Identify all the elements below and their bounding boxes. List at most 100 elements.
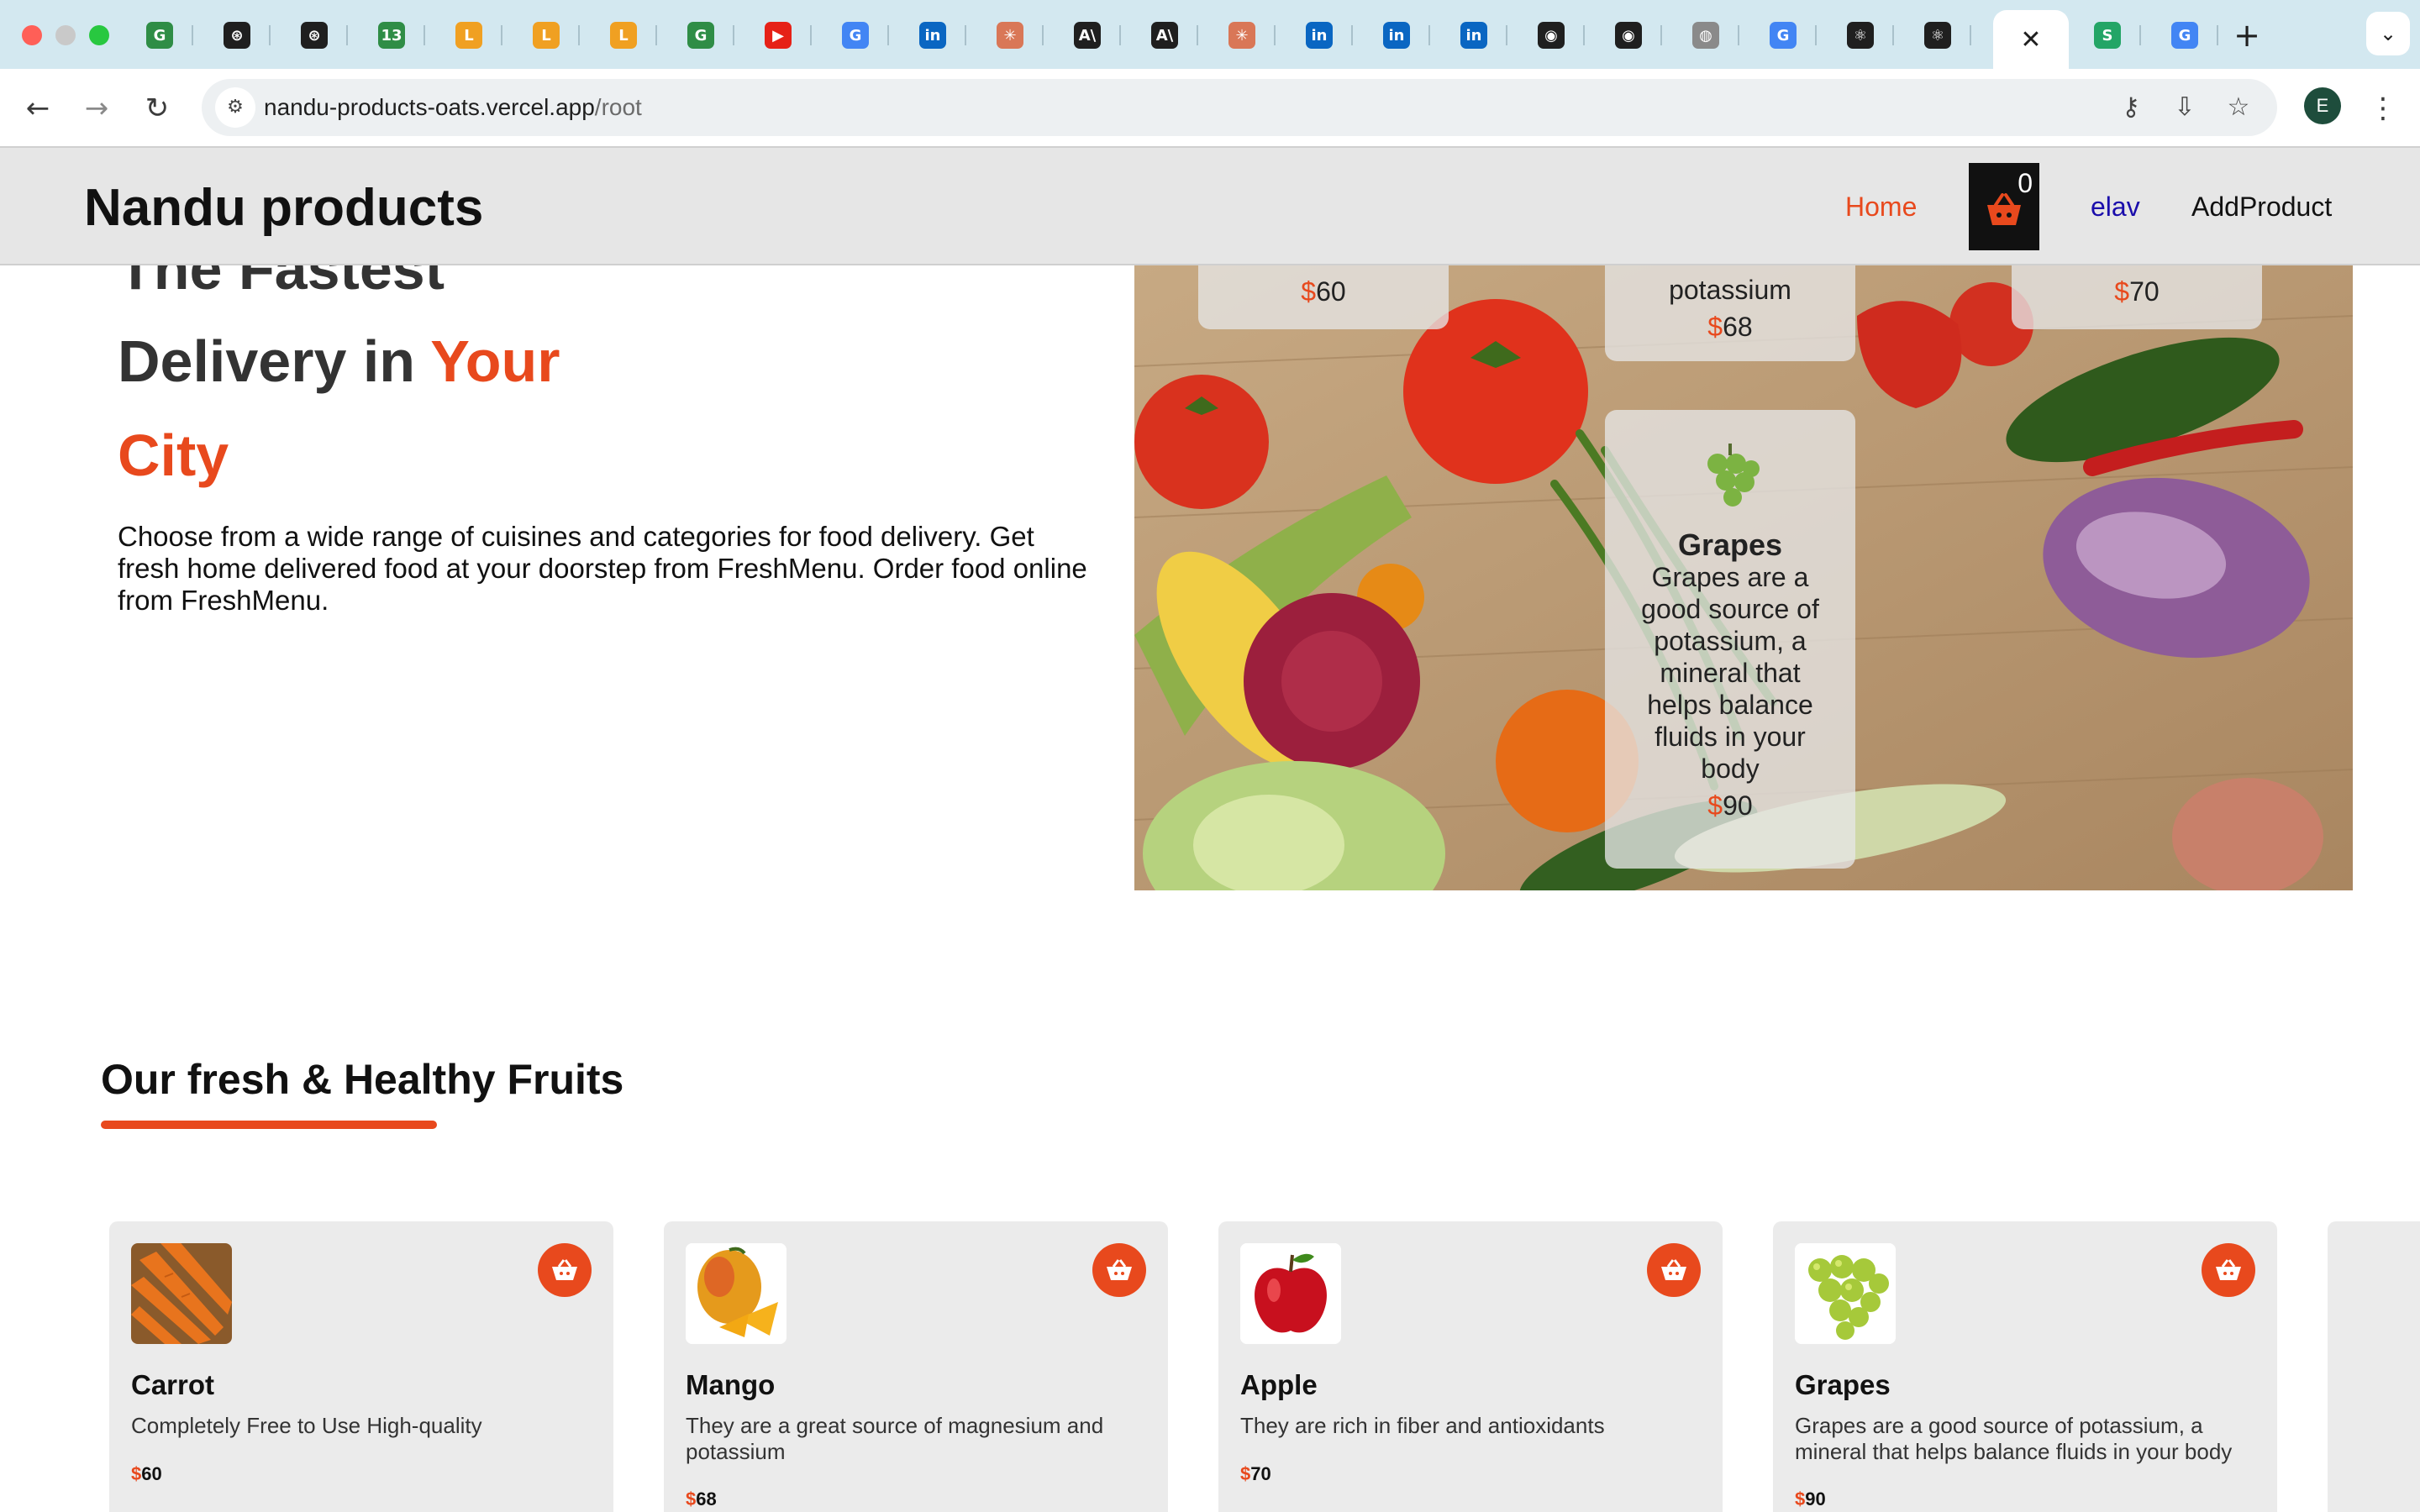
geeksforgeeks-icon: G [687, 22, 714, 49]
product-card-grapes[interactable]: Grapes Grapes are a good source of potas… [1773, 1221, 2277, 1512]
product-price: $60 [131, 1463, 162, 1485]
browser-tab[interactable]: ◉ [1595, 15, 1662, 55]
brand-logo[interactable]: Nandu products [84, 178, 483, 238]
price-symbol: $ [2114, 276, 2130, 307]
browser-tab[interactable]: ⚛ [1904, 15, 1971, 55]
browser-tab[interactable]: L [590, 15, 657, 55]
site-info-icon[interactable]: ⚙ [215, 87, 255, 128]
globe-icon: ◍ [1692, 22, 1719, 49]
hero-float-card-1[interactable]: $60 [1198, 265, 1449, 329]
address-url[interactable]: nandu-products-oats.vercel.app/root [264, 79, 642, 136]
hero-title-line-3: City [118, 423, 229, 488]
profile-avatar[interactable]: E [2304, 87, 2341, 124]
forward-button[interactable]: → [76, 87, 118, 129]
price-symbol: $ [1240, 1463, 1251, 1484]
maximize-window-button[interactable] [89, 25, 109, 45]
browser-tab[interactable]: G [126, 15, 193, 55]
address-bar[interactable]: ⚙ nandu-products-oats.vercel.app/root ⚷ … [202, 79, 2277, 136]
browser-tab[interactable]: 13 [358, 15, 425, 55]
browser-tab[interactable]: in [899, 15, 966, 55]
tab-search-button[interactable]: ⌄ [2366, 12, 2410, 55]
browser-tab[interactable]: G [822, 15, 889, 55]
google-icon: G [2171, 22, 2198, 49]
close-tab-icon[interactable]: ✕ [2020, 25, 2041, 55]
product-name: Mango [686, 1369, 776, 1400]
browser-tab-active[interactable]: ✕ [1993, 10, 2069, 69]
hero-description: Choose from a wide range of cuisines and… [118, 521, 1087, 616]
browser-tab[interactable]: S [2074, 15, 2141, 55]
cart-button[interactable]: 0 [1969, 163, 2039, 250]
close-window-button[interactable] [22, 25, 42, 45]
linkedin-icon: in [919, 22, 946, 49]
url-path: /root [594, 94, 642, 120]
back-button[interactable]: ← [17, 87, 59, 129]
browser-tab[interactable]: G [667, 15, 734, 55]
price-value: 90 [1723, 790, 1753, 821]
add-to-cart-basket-icon[interactable] [538, 1243, 592, 1297]
nav-link-user[interactable]: elav [2091, 192, 2140, 223]
product-card-apple[interactable]: Apple They are rich in fiber and antioxi… [1218, 1221, 1723, 1512]
product-price: $70 [1240, 1463, 1271, 1485]
mango-thumbnail [686, 1243, 786, 1344]
add-to-cart-basket-icon[interactable] [2202, 1243, 2255, 1297]
browser-tab[interactable]: ▶ [744, 15, 812, 55]
new-tab-button[interactable]: + [2227, 15, 2267, 55]
browser-tab[interactable]: in [1440, 15, 1507, 55]
product-card-carrot[interactable]: Carrot Completely Free to Use High-quali… [109, 1221, 613, 1512]
browser-tab[interactable]: G [2151, 15, 2218, 55]
browser-tab[interactable]: ✳ [976, 15, 1044, 55]
browser-tab[interactable]: G [1749, 15, 1817, 55]
browser-tab[interactable]: ⊛ [203, 15, 271, 55]
react-icon: ⚛ [1924, 22, 1951, 49]
leetcode-icon: L [455, 22, 482, 49]
youtube-icon: ▶ [765, 22, 792, 49]
add-to-cart-basket-icon[interactable] [1092, 1243, 1146, 1297]
browser-tab[interactable]: ⚛ [1827, 15, 1894, 55]
browser-tab[interactable]: A\ [1131, 15, 1198, 55]
sheets-icon: S [2094, 22, 2121, 49]
browser-tab[interactable]: in [1363, 15, 1430, 55]
tab-separator [1506, 25, 1507, 45]
product-name: Carrot [131, 1369, 215, 1400]
claude-icon: ✳ [997, 22, 1023, 49]
browser-tab[interactable]: in [1286, 15, 1353, 55]
bookmark-star-icon[interactable]: ☆ [2218, 87, 2259, 128]
browser-tab[interactable]: A\ [1054, 15, 1121, 55]
tab-separator [501, 25, 502, 45]
tab-separator [1351, 25, 1353, 45]
tab-separator [1738, 25, 1739, 45]
url-host: nandu-products-oats.vercel.app [264, 94, 595, 120]
nav-link-add-product[interactable]: AddProduct [2191, 192, 2332, 223]
minimize-window-button[interactable] [55, 25, 76, 45]
hero-float-card-4-price: $90 [1630, 790, 1830, 822]
password-key-icon[interactable]: ⚷ [2111, 87, 2151, 128]
google-icon: G [842, 22, 869, 49]
product-card-mango[interactable]: Mango They are a great source of magnesi… [664, 1221, 1168, 1512]
tab-separator [192, 25, 193, 45]
browser-tab[interactable]: ◍ [1672, 15, 1739, 55]
tab-separator [1274, 25, 1276, 45]
browser-tab[interactable]: L [435, 15, 502, 55]
install-app-icon[interactable]: ⇩ [2165, 87, 2205, 128]
section-title-underline [101, 1121, 437, 1129]
price-symbol: $ [686, 1488, 697, 1509]
apple-thumbnail [1240, 1243, 1341, 1344]
price-value: 70 [1250, 1463, 1271, 1484]
browser-tab[interactable]: ⊛ [281, 15, 348, 55]
site-header: Nandu products Home 0 elav AddProduct [0, 148, 2420, 265]
browser-tab[interactable]: L [513, 15, 580, 55]
add-to-cart-basket-icon[interactable] [1647, 1243, 1701, 1297]
tab-separator [887, 25, 889, 45]
product-name: Grapes [1795, 1369, 1891, 1400]
hero-float-card-4[interactable]: Grapes Grapes are a good source of potas… [1605, 410, 1855, 869]
section-title: Our fresh & Healthy Fruits [101, 1056, 624, 1103]
browser-menu-icon[interactable]: ⋮ [2368, 87, 2398, 129]
hero-float-card-2[interactable]: potassium $68 [1605, 265, 1855, 361]
product-card-next-partial[interactable] [2328, 1221, 2420, 1512]
reload-button[interactable]: ↻ [136, 87, 178, 129]
browser-tab[interactable]: ◉ [1518, 15, 1585, 55]
nav-link-home[interactable]: Home [1845, 192, 1917, 223]
browser-tab[interactable]: ✳ [1208, 15, 1276, 55]
product-name: Apple [1240, 1369, 1318, 1400]
hero-float-card-3[interactable]: $70 [2012, 265, 2262, 329]
